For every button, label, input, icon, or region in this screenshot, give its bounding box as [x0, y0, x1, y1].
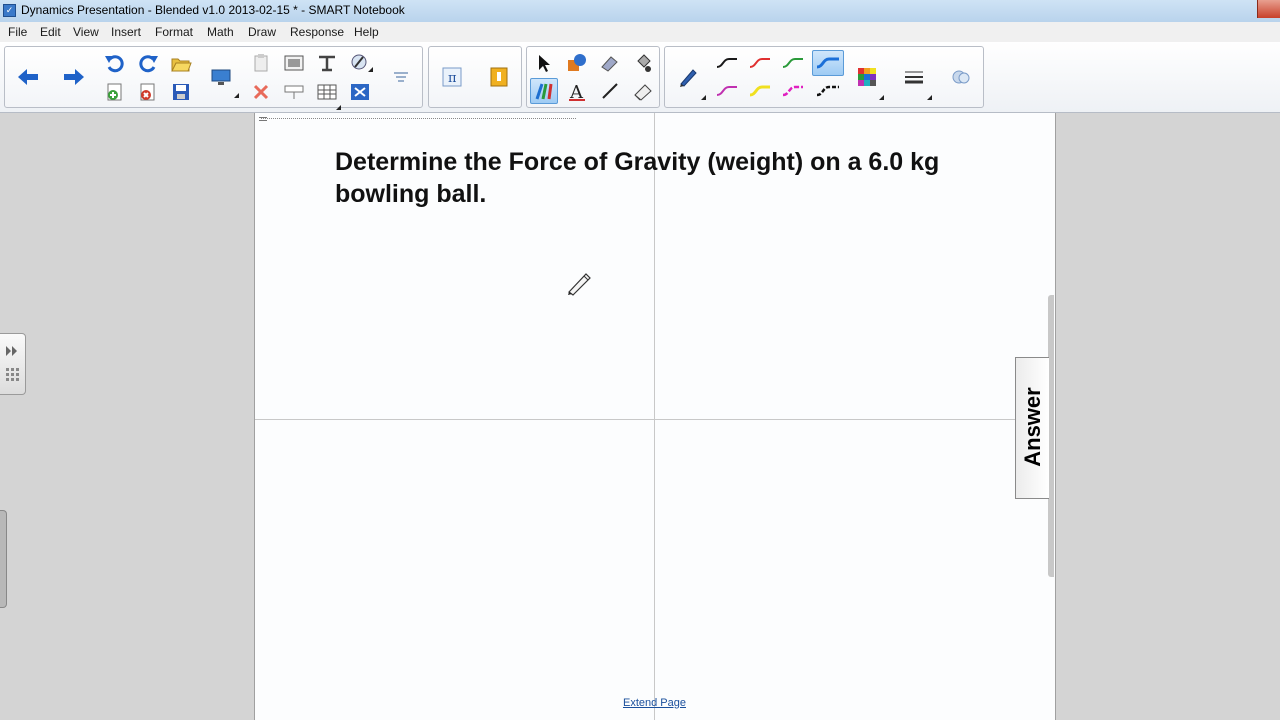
dropdown-corner	[927, 95, 932, 100]
close-button[interactable]	[1257, 0, 1280, 18]
document-camera-icon[interactable]	[346, 50, 374, 76]
menu-view[interactable]: View	[73, 25, 99, 39]
dropdown-corner	[701, 95, 706, 100]
response-icon[interactable]	[485, 64, 513, 90]
eraser-icon[interactable]	[629, 78, 657, 104]
fill-icon[interactable]	[629, 50, 657, 76]
properties-icon[interactable]	[947, 64, 975, 90]
pen-icon[interactable]	[674, 64, 702, 90]
toolbar-group-math: π	[428, 46, 522, 108]
paste-icon[interactable]	[247, 50, 275, 76]
dropdown-corner	[336, 105, 341, 110]
expand-sidebar-icon	[6, 346, 19, 381]
pen-cursor-icon	[566, 268, 594, 301]
menu-draw[interactable]: Draw	[248, 25, 276, 39]
menu-math[interactable]: Math	[207, 25, 234, 39]
title-bar: ✓ Dynamics Presentation - Blended v1.0 2…	[0, 0, 1280, 23]
ink-aware-icon[interactable]	[387, 64, 415, 90]
menu-file[interactable]: File	[8, 25, 27, 39]
save-icon[interactable]	[167, 79, 195, 105]
pen-preset-green[interactable]	[779, 50, 807, 76]
pen-preset-yellow-highlighter[interactable]	[746, 78, 774, 104]
toolbar-group-page	[4, 46, 423, 110]
line-properties-icon[interactable]	[900, 64, 928, 90]
svg-text:A: A	[569, 82, 584, 101]
pen-preset-black[interactable]	[713, 50, 741, 76]
show-screen-icon[interactable]	[280, 79, 308, 105]
line-icon[interactable]	[596, 78, 624, 104]
text-icon[interactable]: A	[563, 78, 591, 104]
text-tool-alt-icon[interactable]	[313, 50, 341, 76]
add-page-icon[interactable]	[101, 79, 129, 105]
shapes-icon[interactable]	[563, 50, 591, 76]
question-text[interactable]: Determine the Force of Gravity (weight) …	[335, 146, 985, 210]
delete-page-icon[interactable]	[134, 79, 162, 105]
window-title: Dynamics Presentation - Blended v1.0 201…	[21, 3, 405, 17]
pen-preset-black-dashed[interactable]	[812, 78, 844, 104]
pens-icon[interactable]	[530, 78, 558, 104]
menu-help[interactable]: Help	[354, 25, 379, 39]
menu-bar: File Edit View Insert Format Math Draw R…	[0, 22, 1280, 42]
toolbar-group-tools: A	[526, 46, 660, 108]
forward-icon[interactable]	[60, 64, 88, 90]
menu-format[interactable]: Format	[155, 25, 193, 39]
toolbar-group-pens	[664, 46, 984, 108]
dotted-guide	[261, 118, 576, 122]
sidebar-toggle-tab[interactable]	[0, 333, 26, 395]
screenshade-icon[interactable]	[280, 50, 308, 76]
menu-edit[interactable]: Edit	[40, 25, 61, 39]
select-icon[interactable]	[530, 50, 558, 76]
pen-preset-magenta[interactable]	[713, 78, 741, 104]
dropdown-corner	[879, 95, 884, 100]
pen-preset-blue[interactable]	[812, 50, 844, 76]
extend-page-link[interactable]: Extend Page	[623, 697, 686, 709]
color-palette-icon[interactable]	[853, 64, 881, 90]
undo-icon[interactable]	[101, 50, 129, 76]
table-icon[interactable]	[313, 79, 341, 105]
dropdown-corner	[234, 93, 239, 98]
answer-tab-label: Answer	[1020, 387, 1045, 467]
math-icon[interactable]: π	[438, 64, 466, 90]
pen-preset-red[interactable]	[746, 50, 774, 76]
horizontal-guide-line	[255, 419, 1015, 420]
notebook-page[interactable]: Determine the Force of Gravity (weight) …	[254, 113, 1056, 720]
back-icon[interactable]	[14, 64, 42, 90]
redo-icon[interactable]	[134, 50, 162, 76]
toolbar: π A	[0, 42, 1280, 113]
open-file-icon[interactable]	[167, 50, 195, 76]
app-icon: ✓	[3, 4, 16, 17]
side-handle[interactable]	[0, 510, 7, 608]
screen-icon[interactable]	[207, 64, 235, 90]
pen-preset-pink-dashed[interactable]	[779, 78, 807, 104]
dropdown-corner	[368, 67, 373, 72]
menu-response[interactable]: Response	[290, 25, 344, 39]
svg-text:π: π	[448, 71, 457, 86]
delete-icon[interactable]	[247, 79, 275, 105]
menu-insert[interactable]: Insert	[111, 25, 141, 39]
clear-page-icon[interactable]	[346, 79, 374, 105]
answer-tab[interactable]: Answer	[1015, 357, 1049, 499]
magic-pen-icon[interactable]	[596, 50, 624, 76]
